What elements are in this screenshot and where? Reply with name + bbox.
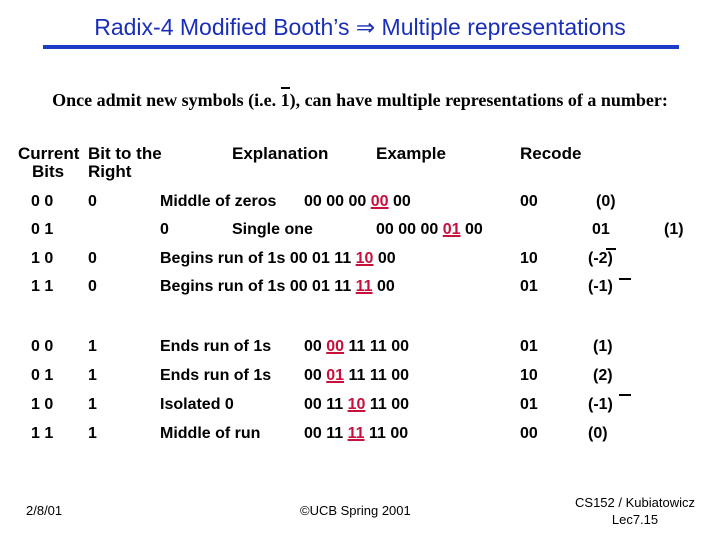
example-highlight: 11 (355, 278, 373, 295)
cell-explanation: Begins run of 1s 00 01 11 11 00 (160, 278, 395, 296)
cell-current-bits: 0 0 (31, 193, 54, 210)
example-highlight: 00 (326, 338, 345, 355)
cell-bit-right: 1 (88, 396, 97, 413)
example-suffix: 11 00 (364, 425, 409, 442)
example-prefix: 00 01 11 (289, 278, 356, 295)
cell-recode-value: (-1) (588, 396, 613, 413)
cell-bit-right: 1 (88, 425, 97, 442)
overbar-one-symbol: 1 (280, 87, 290, 110)
example-highlight: 10 (347, 396, 366, 413)
footer-course: CS152 / Kubiatowicz (575, 495, 695, 510)
cell-bit-right: 0 (88, 278, 97, 295)
cell-explanation: Middle of zeros (160, 193, 277, 210)
slide-title: Radix-4 Modified Booth’s ⇒ Multiple repr… (94, 14, 626, 40)
title-underline (43, 45, 679, 49)
header-explanation: Explanation (232, 144, 329, 163)
example-highlight: 00 (370, 193, 389, 210)
cell-bit-right: 0 (88, 250, 97, 267)
cell-current-bits: 1 0 (31, 250, 54, 267)
cell-example: 00 11 11 11 00 (304, 425, 408, 443)
cell-current-bits: 1 0 (31, 396, 54, 413)
cell-example: 00 00 11 11 00 (304, 338, 409, 356)
cell-explanation: Ends run of 1s (160, 338, 272, 355)
header-current-bits-line1: Current (18, 144, 80, 163)
example-prefix: 00 (304, 367, 327, 384)
example-prefix: 00 00 00 (376, 221, 443, 238)
cell-recode: 00 (520, 425, 538, 442)
cell-recode: 01 (520, 338, 538, 355)
cell-recode-value: (0) (588, 425, 608, 442)
example-highlight: 01 (326, 367, 345, 384)
subtitle-text-pre: Once admit new symbols (i.e. (52, 90, 281, 110)
example-prefix: 00 11 (304, 396, 348, 413)
footer-course-info: CS152 / Kubiatowicz Lec7.15 (560, 494, 710, 528)
cell-explanation: Ends run of 1s (160, 367, 272, 384)
header-recode: Recode (520, 144, 582, 163)
example-prefix: 00 11 (304, 425, 348, 442)
example-suffix: 00 (373, 250, 396, 267)
header-example: Example (376, 144, 446, 163)
footer-copyright: ©UCB Spring 2001 (300, 503, 411, 518)
cell-current-bits: 1 1 (31, 425, 54, 442)
cell-recode-value: (1) (664, 221, 684, 238)
cell-recode-value: (-2) (588, 250, 613, 267)
cell-explanation: Middle of run (160, 425, 261, 442)
cell-current-bits: 0 1 (31, 221, 54, 238)
explanation-text: Begins run of 1s (160, 250, 286, 267)
explanation-text: Begins run of 1s (160, 278, 286, 295)
example-prefix: 00 01 11 (289, 250, 356, 267)
cell-recode: 01 (520, 278, 538, 295)
cell-bit-right: 0 (88, 193, 97, 210)
cell-recode: 10 (520, 250, 538, 267)
cell-explanation: Begins run of 1s 00 01 11 10 00 (160, 250, 396, 268)
example-suffix: 11 11 00 (344, 367, 410, 384)
header-bit-right-line1: Bit to the (88, 144, 162, 163)
example-suffix: 00 (388, 193, 411, 210)
cell-explanation: Isolated 0 (160, 396, 234, 413)
header-current-bits: Current Bits (18, 145, 79, 181)
cell-bit-right: 1 (88, 367, 97, 384)
header-current-bits-line2: Bits (32, 162, 65, 181)
cell-example: 00 01 11 11 00 (304, 367, 409, 385)
example-suffix: 00 (372, 278, 395, 295)
cell-recode: 00 (520, 193, 538, 210)
footer-date: 2/8/01 (26, 503, 63, 518)
cell-recode: 01 (520, 396, 538, 413)
footer-lecture: Lec7.15 (611, 512, 659, 527)
cell-bit-right: 0 (160, 221, 169, 238)
slide-subtitle: Once admit new symbols (i.e. 1), can hav… (0, 87, 720, 111)
cell-recode-value: (0) (596, 193, 616, 210)
example-suffix: 11 11 00 (344, 338, 410, 355)
cell-example: 00 00 00 01 00 (376, 221, 483, 239)
example-suffix: 11 00 (365, 396, 410, 413)
cell-recode: 10 (520, 367, 538, 384)
cell-bit-right: 1 (88, 338, 97, 355)
example-suffix: 00 (460, 221, 483, 238)
header-bit-right-line2: Right (88, 162, 132, 181)
cell-explanation: Single one (232, 221, 313, 238)
example-highlight: 01 (442, 221, 461, 238)
example-highlight: 11 (347, 425, 365, 442)
example-prefix: 00 (304, 338, 327, 355)
cell-recode-value: (2) (593, 367, 613, 384)
cell-recode-value: (-1) (588, 278, 613, 295)
subtitle-text-post: ), can have multiple representations of … (289, 90, 668, 110)
cell-example: 00 00 00 00 00 (304, 193, 411, 211)
cell-current-bits: 0 0 (31, 338, 54, 355)
cell-recode: 01 (592, 221, 610, 238)
overbar-mark (606, 248, 616, 250)
example-prefix: 00 00 00 (304, 193, 371, 210)
cell-example: 00 11 10 11 00 (304, 396, 409, 414)
overbar-mark (619, 394, 631, 396)
overbar-mark (619, 278, 631, 280)
cell-current-bits: 1 1 (31, 278, 54, 295)
example-highlight: 10 (355, 250, 374, 267)
header-bit-to-right: Bit to the Right (88, 145, 162, 181)
cell-recode-value: (1) (593, 338, 613, 355)
cell-current-bits: 0 1 (31, 367, 54, 384)
